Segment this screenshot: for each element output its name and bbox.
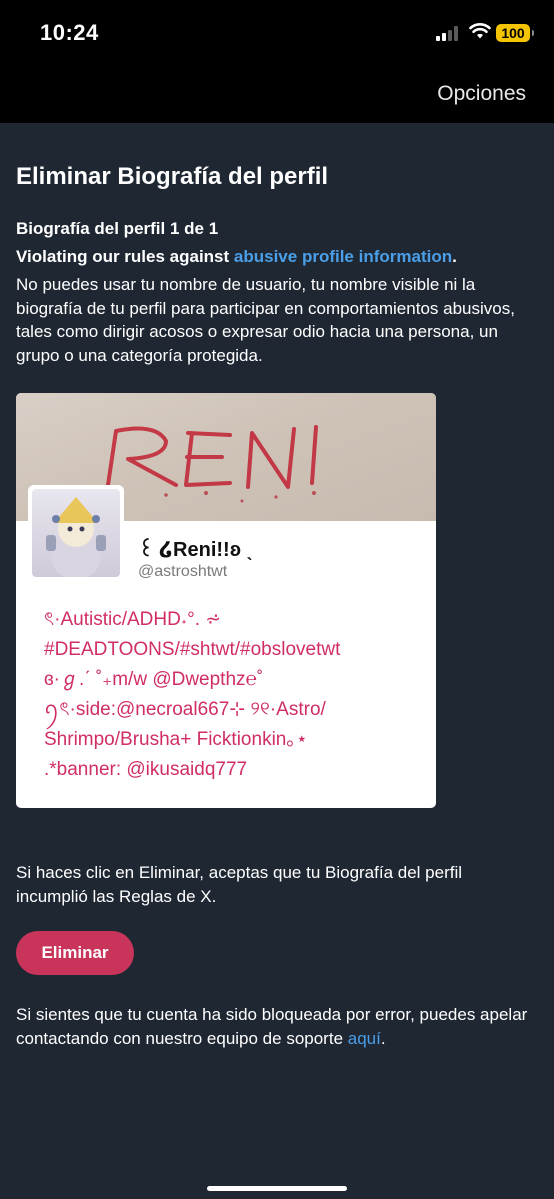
- cellular-signal-icon: [436, 25, 460, 41]
- wifi-icon: [469, 23, 491, 39]
- profile-card: ꒰ ໒Reni!!ʚ ˎ @astroshtwt ৎ·Autistic/ADHD…: [16, 393, 436, 808]
- profile-bio: ৎ·Autistic/ADHD˖°. ⩫ #DEADTOONS/#shtwt/#…: [44, 605, 424, 785]
- bio-line: ɞ·ℊ.ˊ ˚₊m/w @Dwepthz℮˚: [44, 669, 264, 690]
- violation-prefix: Violating our rules against: [16, 247, 234, 266]
- violation-notice: Violating our rules against abusive prof…: [16, 247, 457, 267]
- bio-line: Shrimpo/Brusha+ Ficktionkin｡⋆: [44, 729, 308, 750]
- battery-icon: 100: [496, 24, 534, 42]
- bio-line: ꪆৎ·side:@necroal667⊹ ୨୧·Astro/: [44, 699, 326, 720]
- bio-count: Biografía del perfil 1 de 1: [16, 219, 219, 238]
- status-bar: 10:24 100: [0, 0, 554, 68]
- abusive-profile-info-link[interactable]: abusive profile information: [234, 247, 452, 266]
- bio-line: #DEADTOONS/#shtwt/#obslovetwt: [44, 639, 341, 660]
- page-title: Eliminar Biografía del perfil: [16, 163, 329, 190]
- nav-bar: Opciones: [0, 68, 554, 123]
- bio-line: .*banner: @ikusaidq777: [44, 759, 248, 780]
- delete-button[interactable]: Eliminar: [16, 931, 134, 975]
- explanation-text: No puedes usar tu nombre de usuario, tu …: [16, 275, 515, 365]
- consent-text: Si haces clic en Eliminar, aceptas que t…: [16, 863, 463, 906]
- support-link[interactable]: aquí: [348, 1029, 381, 1048]
- avatar: [28, 485, 124, 581]
- bio-line: ৎ·Autistic/ADHD˖°. ⩫: [44, 609, 222, 630]
- options-button[interactable]: Opciones: [437, 82, 526, 106]
- avatar-image: [32, 489, 120, 577]
- violation-suffix: .: [452, 247, 457, 266]
- display-name: ꒰ ໒Reni!!ʚ ˎ: [138, 539, 254, 561]
- appeal-suffix: .: [380, 1028, 386, 1048]
- home-indicator[interactable]: [207, 1186, 347, 1191]
- handle: @astroshtwt: [138, 563, 228, 580]
- clock: 10:24: [40, 20, 99, 45]
- appeal-text: Si sientes que tu cuenta ha sido bloquea…: [16, 1003, 538, 1050]
- appeal-body: Si sientes que tu cuenta ha sido bloquea…: [16, 1005, 528, 1048]
